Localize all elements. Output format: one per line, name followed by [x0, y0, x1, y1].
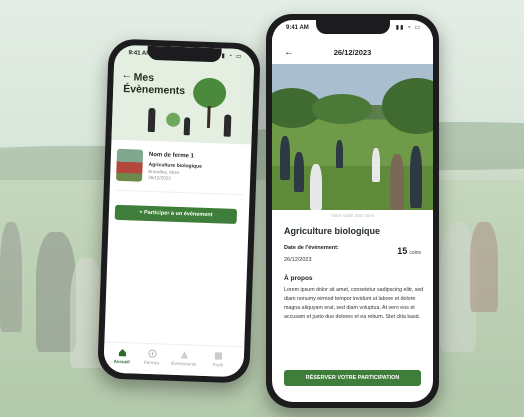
small-tree-illustration — [165, 112, 181, 127]
farm-location: Bruxelles, Ittres — [148, 168, 180, 175]
tree-illustration — [192, 77, 227, 109]
farm-thumbnail — [116, 148, 144, 182]
bottom-tab-bar: Accueil Fermes Évènements Profil — [103, 341, 245, 378]
marketing-scene: 9:41 AM ▮▮ ◔ ▭ ← Mes Évènements Nom de f… — [0, 0, 524, 417]
status-time: 9:41 AM — [286, 25, 309, 31]
farm-date: 26/12/2023 — [148, 174, 171, 181]
tab-home[interactable]: Accueil — [108, 348, 137, 365]
background-overlay — [0, 0, 524, 417]
tab-label: Évènements — [171, 360, 197, 367]
join-event-button[interactable]: + Participer à un évènement — [114, 204, 238, 225]
phone-screen: 9:41 AM ▮▮ ◔ ▭ ← 26/12/2023 Votre solde … — [272, 20, 433, 402]
tab-label: Fermes — [143, 359, 160, 366]
event-price: 15 coins — [397, 246, 421, 256]
page-title: Mes Évènements — [123, 71, 186, 97]
status-icons: ▮▮ ◔ ▭ — [395, 25, 421, 31]
photo-person — [280, 136, 290, 180]
tab-events[interactable]: Évènements — [170, 350, 199, 367]
status-icons: ▮▮ ◔ ▭ — [217, 53, 243, 61]
about-text: Lorem ipsum dolor sit amet, consetetur s… — [284, 287, 424, 320]
phone-notch — [147, 45, 222, 63]
tab-profile[interactable]: Profil — [204, 351, 233, 368]
phone-notch — [315, 20, 390, 34]
event-title: Agriculture biologique — [284, 226, 380, 236]
event-icon — [180, 351, 188, 359]
compass-icon — [147, 349, 157, 358]
photo-person — [336, 140, 343, 168]
profile-icon — [214, 352, 222, 360]
phone-event-detail: 9:41 AM ▮▮ ◔ ▭ ← 26/12/2023 Votre solde … — [266, 14, 439, 408]
photo-tree — [382, 78, 433, 134]
price-value: 15 — [397, 246, 408, 256]
photo-person — [390, 154, 404, 210]
event-photo — [272, 64, 433, 210]
farmer-illustration — [147, 107, 156, 133]
top-bar: ← 26/12/2023 — [272, 36, 433, 62]
price-unit: coins — [409, 250, 421, 256]
reserve-button[interactable]: RÉSERVER VOTRE PARTICIPATION — [284, 370, 421, 386]
page-title-line2: Évènements — [123, 82, 186, 98]
about-heading: À propos — [284, 275, 313, 282]
tree-trunk — [206, 105, 211, 129]
photo-tree — [312, 94, 372, 124]
home-icon — [118, 349, 126, 357]
farm-card[interactable]: Nom de ferme 1 Agriculture biologique Br… — [116, 148, 245, 187]
page-title: 26/12/2023 — [333, 48, 372, 57]
coin-balance: Votre solde 300 coins — [330, 213, 375, 218]
photo-person — [310, 164, 322, 210]
date-value: 26/12/2023 — [284, 257, 312, 263]
page-title-line1: Mes — [133, 71, 155, 85]
farmer-illustration — [183, 117, 191, 136]
photo-person — [372, 148, 380, 182]
farm-name: Nom de ferme 1 — [148, 151, 195, 160]
tab-label: Profil — [212, 362, 223, 368]
phone-screen: 9:41 AM ▮▮ ◔ ▭ ← Mes Évènements Nom de f… — [103, 44, 255, 378]
tab-label: Accueil — [113, 358, 130, 365]
phone-my-events: 9:41 AM ▮▮ ◔ ▭ ← Mes Évènements Nom de f… — [97, 38, 261, 384]
photo-person — [410, 146, 422, 208]
photo-person — [294, 152, 304, 192]
divider — [115, 189, 244, 196]
tab-farms[interactable]: Fermes — [138, 349, 167, 366]
status-time: 9:41 AM — [128, 50, 152, 57]
farmer-illustration — [223, 114, 232, 137]
date-label: Date de l'évènement: — [284, 245, 339, 251]
farm-meta: Bruxelles, Ittres 26/12/2023 — [148, 169, 179, 182]
